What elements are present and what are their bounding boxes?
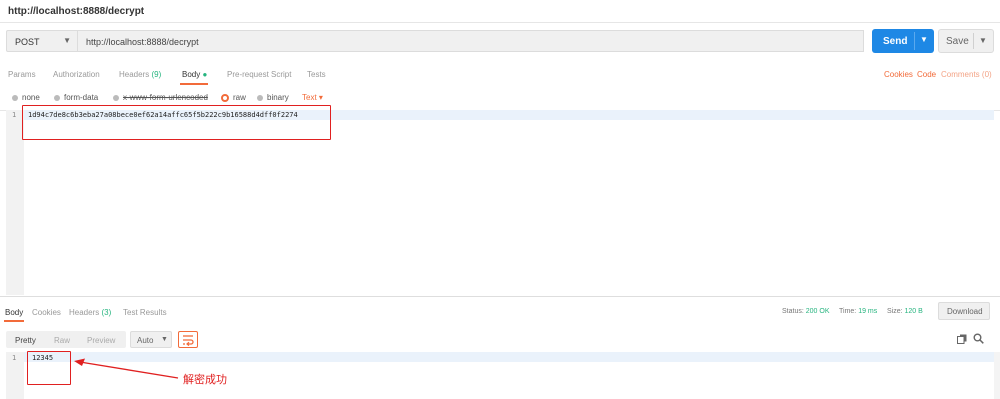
highlight-box-request xyxy=(22,105,331,140)
download-button[interactable]: Download xyxy=(938,302,990,320)
size-label: Size: xyxy=(887,308,903,315)
radio-urlencoded-label: x-www-form-urlencoded xyxy=(123,93,208,102)
tab-headers[interactable]: Headers (9) xyxy=(119,70,161,79)
tab-headers-count: (9) xyxy=(151,70,162,79)
language-label: Auto xyxy=(137,336,154,345)
response-tab-cookies[interactable]: Cookies xyxy=(32,308,61,317)
download-label: Download xyxy=(947,307,983,316)
response-tab-underline xyxy=(4,320,24,322)
tab-prerequest-script[interactable]: Pre-request Script xyxy=(227,70,291,79)
format-pretty-button[interactable]: Pretty xyxy=(15,336,36,345)
time-value: 19 ms xyxy=(858,308,878,315)
tab-authorization[interactable]: Authorization xyxy=(53,70,100,79)
status-label: Status: xyxy=(782,308,804,315)
line-number: 1 xyxy=(12,111,17,119)
url-input[interactable]: http://localhost:8888/decrypt xyxy=(78,30,864,52)
body-indicator-icon: ● xyxy=(202,70,208,79)
cookies-link[interactable]: Cookies xyxy=(884,70,913,79)
save-dropdown-icon[interactable]: ▼ xyxy=(979,36,987,45)
radio-raw-label: raw xyxy=(233,93,246,102)
annotation-arrow-icon xyxy=(74,358,179,379)
response-tab-headers-label: Headers xyxy=(69,308,100,317)
radio-form-data[interactable]: form-data xyxy=(54,93,98,102)
status-value: 200 OK xyxy=(805,308,830,315)
search-icon[interactable] xyxy=(973,333,984,344)
send-button[interactable]: Send ▼ xyxy=(872,29,934,53)
send-label: Send xyxy=(883,36,908,47)
radio-binary[interactable]: binary xyxy=(257,93,289,102)
save-separator xyxy=(973,33,974,49)
active-tab-underline xyxy=(180,83,208,85)
radio-circle-icon xyxy=(257,94,263,101)
tab-tests[interactable]: Tests xyxy=(307,70,326,79)
radio-none[interactable]: none xyxy=(12,93,40,102)
method-label: POST xyxy=(15,37,40,47)
pane-divider[interactable] xyxy=(0,296,1000,297)
response-tab-headers[interactable]: Headers (3) xyxy=(69,308,111,317)
window-title-bar: http://localhost:8888/decrypt xyxy=(0,0,1000,23)
radio-none-label: none xyxy=(22,93,40,102)
tab-body[interactable]: Body ● xyxy=(182,70,207,79)
time-readout: Time: 19 ms xyxy=(839,308,877,315)
radio-form-data-label: form-data xyxy=(64,93,99,102)
wrap-lines-button[interactable] xyxy=(178,331,198,348)
radio-selected-icon xyxy=(221,93,229,102)
radio-circle-icon xyxy=(54,94,60,101)
method-select[interactable]: POST ▼ xyxy=(6,30,78,52)
copy-icon[interactable] xyxy=(957,334,967,344)
save-label: Save xyxy=(946,36,969,47)
tab-params[interactable]: Params xyxy=(8,70,36,79)
radio-circle-icon xyxy=(12,94,18,101)
send-dropdown-icon[interactable]: ▼ xyxy=(920,35,928,44)
radio-raw[interactable]: raw xyxy=(221,93,246,102)
save-button[interactable]: Save ▼ xyxy=(938,29,994,53)
highlight-box-response xyxy=(27,351,71,385)
size-value: 120 B xyxy=(904,308,923,315)
size-readout: Size: 120 B xyxy=(887,308,923,315)
response-scrollbar[interactable] xyxy=(994,352,1000,399)
radio-circle-icon xyxy=(113,94,119,101)
response-tab-body[interactable]: Body xyxy=(5,308,23,317)
format-raw-button[interactable]: Raw xyxy=(54,336,70,345)
tab-body-label: Body xyxy=(182,70,201,79)
chevron-down-icon: ▼ xyxy=(63,36,71,45)
code-link[interactable]: Code xyxy=(917,70,936,79)
send-separator xyxy=(914,32,915,50)
radio-urlencoded[interactable]: x-www-form-urlencoded xyxy=(113,93,208,102)
url-text: http://localhost:8888/decrypt xyxy=(86,37,199,47)
text-type-dropdown[interactable]: Text ▾ xyxy=(302,93,323,102)
tab-headers-label: Headers xyxy=(119,70,150,79)
annotation-text: 解密成功 xyxy=(183,373,227,386)
window-title: http://localhost:8888/decrypt xyxy=(8,6,145,17)
response-tab-headers-count: (3) xyxy=(101,308,112,317)
format-preview-button[interactable]: Preview xyxy=(87,336,115,345)
wrap-lines-icon xyxy=(183,335,194,346)
language-select[interactable]: Auto ▼ xyxy=(130,331,172,348)
response-line-number: 1 xyxy=(12,354,17,362)
time-label: Time: xyxy=(839,308,857,315)
status-readout: Status: 200 OK xyxy=(782,308,830,315)
radio-binary-label: binary xyxy=(267,93,289,102)
comments-link[interactable]: Comments (0) xyxy=(941,70,992,79)
chevron-down-icon: ▼ xyxy=(161,336,168,343)
response-tab-test-results[interactable]: Test Results xyxy=(123,308,167,317)
